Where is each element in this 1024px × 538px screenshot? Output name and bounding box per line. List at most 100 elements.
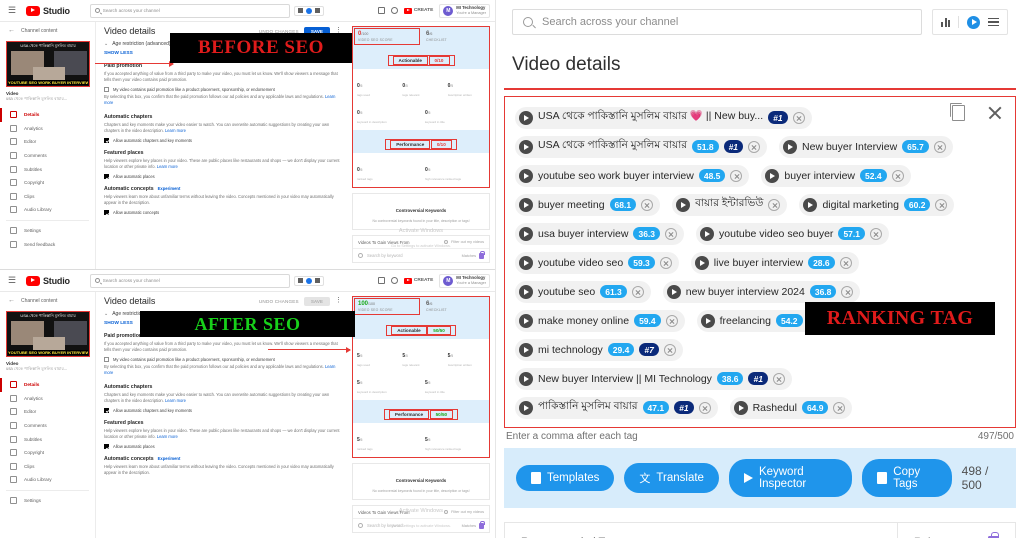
video-thumbnail-wrap[interactable]: USA থেকে পাকিস্তানি মুসলিম বায়ার YOUTUB… bbox=[6, 311, 90, 357]
sidebar-item-editor[interactable]: Editor bbox=[0, 135, 95, 149]
tag-chip[interactable]: youtube seo 61.3 bbox=[515, 280, 651, 303]
featured-places-checkbox-row[interactable]: Allow automatic places bbox=[104, 444, 342, 450]
checkbox-checked[interactable] bbox=[104, 137, 109, 143]
feedback-icon[interactable] bbox=[377, 277, 385, 284]
studio-search-input[interactable]: Search across your channel bbox=[89, 273, 290, 288]
tag-chip[interactable]: Rashedul 64.9 bbox=[729, 396, 853, 419]
account-chip[interactable]: M MI Technology You're a Manager bbox=[439, 273, 490, 288]
relevancy-column[interactable]: Relevancy bbox=[897, 522, 1015, 538]
sidebar-item-copyright[interactable]: Copyright bbox=[0, 176, 95, 190]
sidebar-item-audio-library[interactable]: Audio Library bbox=[0, 473, 95, 487]
checkbox[interactable] bbox=[104, 357, 109, 363]
tag-chip[interactable]: বায়ার ইন্টারভিউ bbox=[672, 193, 788, 216]
remove-tag-icon[interactable] bbox=[792, 111, 805, 124]
automatic-concepts-checkbox-row[interactable]: Allow automatic concepts bbox=[104, 210, 342, 216]
translate-button[interactable]: 文 Translate bbox=[624, 462, 719, 493]
automatic-chapters-checkbox-row[interactable]: Allow automatic chapters and key moments bbox=[104, 407, 342, 413]
tag-chip[interactable]: পাকিস্তানি মুসলিম বায়ার 47.1 #1 bbox=[515, 396, 718, 419]
checkbox-checked[interactable] bbox=[104, 444, 109, 450]
extension-toolbar[interactable] bbox=[293, 275, 324, 286]
automatic-chapters-checkbox-row[interactable]: Allow automatic chapters and key moments bbox=[104, 137, 342, 143]
more-options-icon[interactable]: ⋮ bbox=[335, 297, 342, 304]
youtube-studio-logo[interactable]: Studio bbox=[26, 5, 70, 16]
sidebar-item-clips[interactable]: Clips bbox=[0, 460, 95, 474]
tag-chip[interactable]: buyer interview 52.4 bbox=[761, 164, 911, 187]
remove-tag-icon[interactable] bbox=[833, 401, 846, 414]
remove-tag-icon[interactable] bbox=[665, 314, 678, 327]
channel-search-input[interactable]: Search across your channel bbox=[512, 9, 922, 35]
video-thumbnail-wrap[interactable]: USA থেকে পাকিস্তানি মুসলিম বায়ার YOUTUB… bbox=[6, 41, 90, 87]
paid-promotion-checkbox-row[interactable]: My video contains paid promotion like a … bbox=[104, 87, 342, 93]
sidebar-item-analytics[interactable]: Analytics bbox=[0, 392, 95, 406]
remove-tag-icon[interactable] bbox=[772, 372, 785, 385]
menu-icon[interactable] bbox=[988, 17, 999, 27]
checkbox-checked[interactable] bbox=[104, 210, 109, 216]
remove-tag-icon[interactable] bbox=[933, 140, 946, 153]
channel-content-back[interactable]: ← Channel content bbox=[0, 22, 95, 39]
tag-chip[interactable]: buyer meeting 68.1 bbox=[515, 193, 661, 216]
hamburger-icon[interactable]: ☰ bbox=[8, 276, 22, 285]
analytics-icon[interactable] bbox=[941, 17, 950, 27]
remove-tag-icon[interactable] bbox=[839, 256, 852, 269]
sidebar-item-editor[interactable]: Editor bbox=[0, 405, 95, 419]
tag-chip[interactable]: New buyer Interview || MI Technology 38.… bbox=[515, 367, 792, 390]
checkbox-checked[interactable] bbox=[104, 174, 109, 180]
sidebar-item-clips[interactable]: Clips bbox=[0, 190, 95, 204]
sidebar-item-details[interactable]: Details bbox=[0, 378, 95, 392]
undo-changes-button[interactable]: UNDO CHANGES bbox=[259, 299, 299, 304]
learn-more-link[interactable]: Learn more bbox=[165, 398, 186, 403]
close-icon[interactable] bbox=[987, 105, 1003, 121]
templates-button[interactable]: Templates bbox=[516, 464, 615, 491]
learn-more-link[interactable]: Learn more bbox=[157, 164, 178, 169]
sidebar-item-send-feedback[interactable]: Send feedback bbox=[0, 237, 95, 251]
tag-chip[interactable]: new buyer interview 2024 36.8 bbox=[662, 280, 861, 303]
tag-chip[interactable]: make money online 59.4 bbox=[515, 309, 685, 332]
checkbox-checked[interactable] bbox=[104, 407, 109, 413]
tag-chip[interactable]: youtube video seo 59.3 bbox=[515, 251, 679, 274]
channel-content-back[interactable]: ← Channel content bbox=[0, 292, 95, 309]
feedback-icon[interactable] bbox=[377, 7, 385, 14]
sidebar-item-comments[interactable]: Comments bbox=[0, 419, 95, 433]
tag-chip[interactable]: USA থেকে পাকিস্তানি মুসলিম বায়ার 51.8 #… bbox=[515, 135, 768, 158]
remove-tag-icon[interactable] bbox=[869, 227, 882, 240]
keyword-inspector-button[interactable]: Keyword Inspector bbox=[728, 458, 853, 497]
tag-chip[interactable]: usa buyer interview 36.3 bbox=[515, 222, 685, 245]
tag-chip[interactable]: USA থেকে পাকিস্তানি মুসলিম বায়ার 💗 || N… bbox=[515, 106, 812, 129]
create-button[interactable]: CREATE bbox=[403, 7, 433, 14]
help-icon[interactable] bbox=[390, 277, 398, 284]
remove-tag-icon[interactable] bbox=[698, 401, 711, 414]
remove-tag-icon[interactable] bbox=[641, 198, 654, 211]
featured-places-checkbox-row[interactable]: Allow automatic places bbox=[104, 174, 342, 180]
remove-tag-icon[interactable] bbox=[748, 140, 761, 153]
remove-tag-icon[interactable] bbox=[935, 198, 948, 211]
remove-tag-icon[interactable] bbox=[730, 169, 743, 182]
sidebar-item-audio-library[interactable]: Audio Library bbox=[0, 203, 95, 217]
keyword-search-input[interactable]: Search by keyword bbox=[367, 253, 403, 258]
learn-more-link[interactable]: Learn more bbox=[165, 128, 186, 133]
sidebar-item-subtitles[interactable]: Subtitles bbox=[0, 432, 95, 446]
tags-container[interactable]: USA থেকে পাকিস্তানি মুসলিম বায়ার 💗 || N… bbox=[504, 95, 1016, 428]
sidebar-item-subtitles[interactable]: Subtitles bbox=[0, 162, 95, 176]
remove-tag-icon[interactable] bbox=[841, 285, 854, 298]
sidebar-item-analytics[interactable]: Analytics bbox=[0, 122, 95, 136]
help-icon[interactable] bbox=[390, 7, 398, 14]
tag-chip[interactable]: digital marketing 60.2 bbox=[799, 193, 955, 216]
studio-search-input[interactable]: Search across your channel bbox=[89, 3, 290, 18]
sidebar-item-comments[interactable]: Comments bbox=[0, 149, 95, 163]
remove-tag-icon[interactable] bbox=[659, 256, 672, 269]
youtube-studio-logo[interactable]: Studio bbox=[26, 275, 70, 286]
remove-tag-icon[interactable] bbox=[665, 227, 678, 240]
sidebar-item-settings[interactable]: Settings bbox=[0, 224, 95, 238]
extension-toolbar[interactable] bbox=[293, 5, 324, 16]
tag-chip[interactable]: New buyer Interview 65.7 bbox=[779, 135, 953, 158]
hamburger-icon[interactable]: ☰ bbox=[8, 6, 22, 15]
tag-chip[interactable]: youtube video seo buyer 57.1 bbox=[696, 222, 889, 245]
remove-tag-icon[interactable] bbox=[891, 169, 904, 182]
sidebar-item-details[interactable]: Details bbox=[0, 108, 95, 122]
sidebar-item-copyright[interactable]: Copyright bbox=[0, 446, 95, 460]
checkbox[interactable] bbox=[104, 87, 109, 93]
copy-icon[interactable] bbox=[949, 102, 965, 121]
account-chip[interactable]: M MI Technology You're a Manager bbox=[439, 3, 490, 18]
remove-tag-icon[interactable] bbox=[663, 343, 676, 356]
create-button[interactable]: CREATE bbox=[403, 277, 433, 284]
